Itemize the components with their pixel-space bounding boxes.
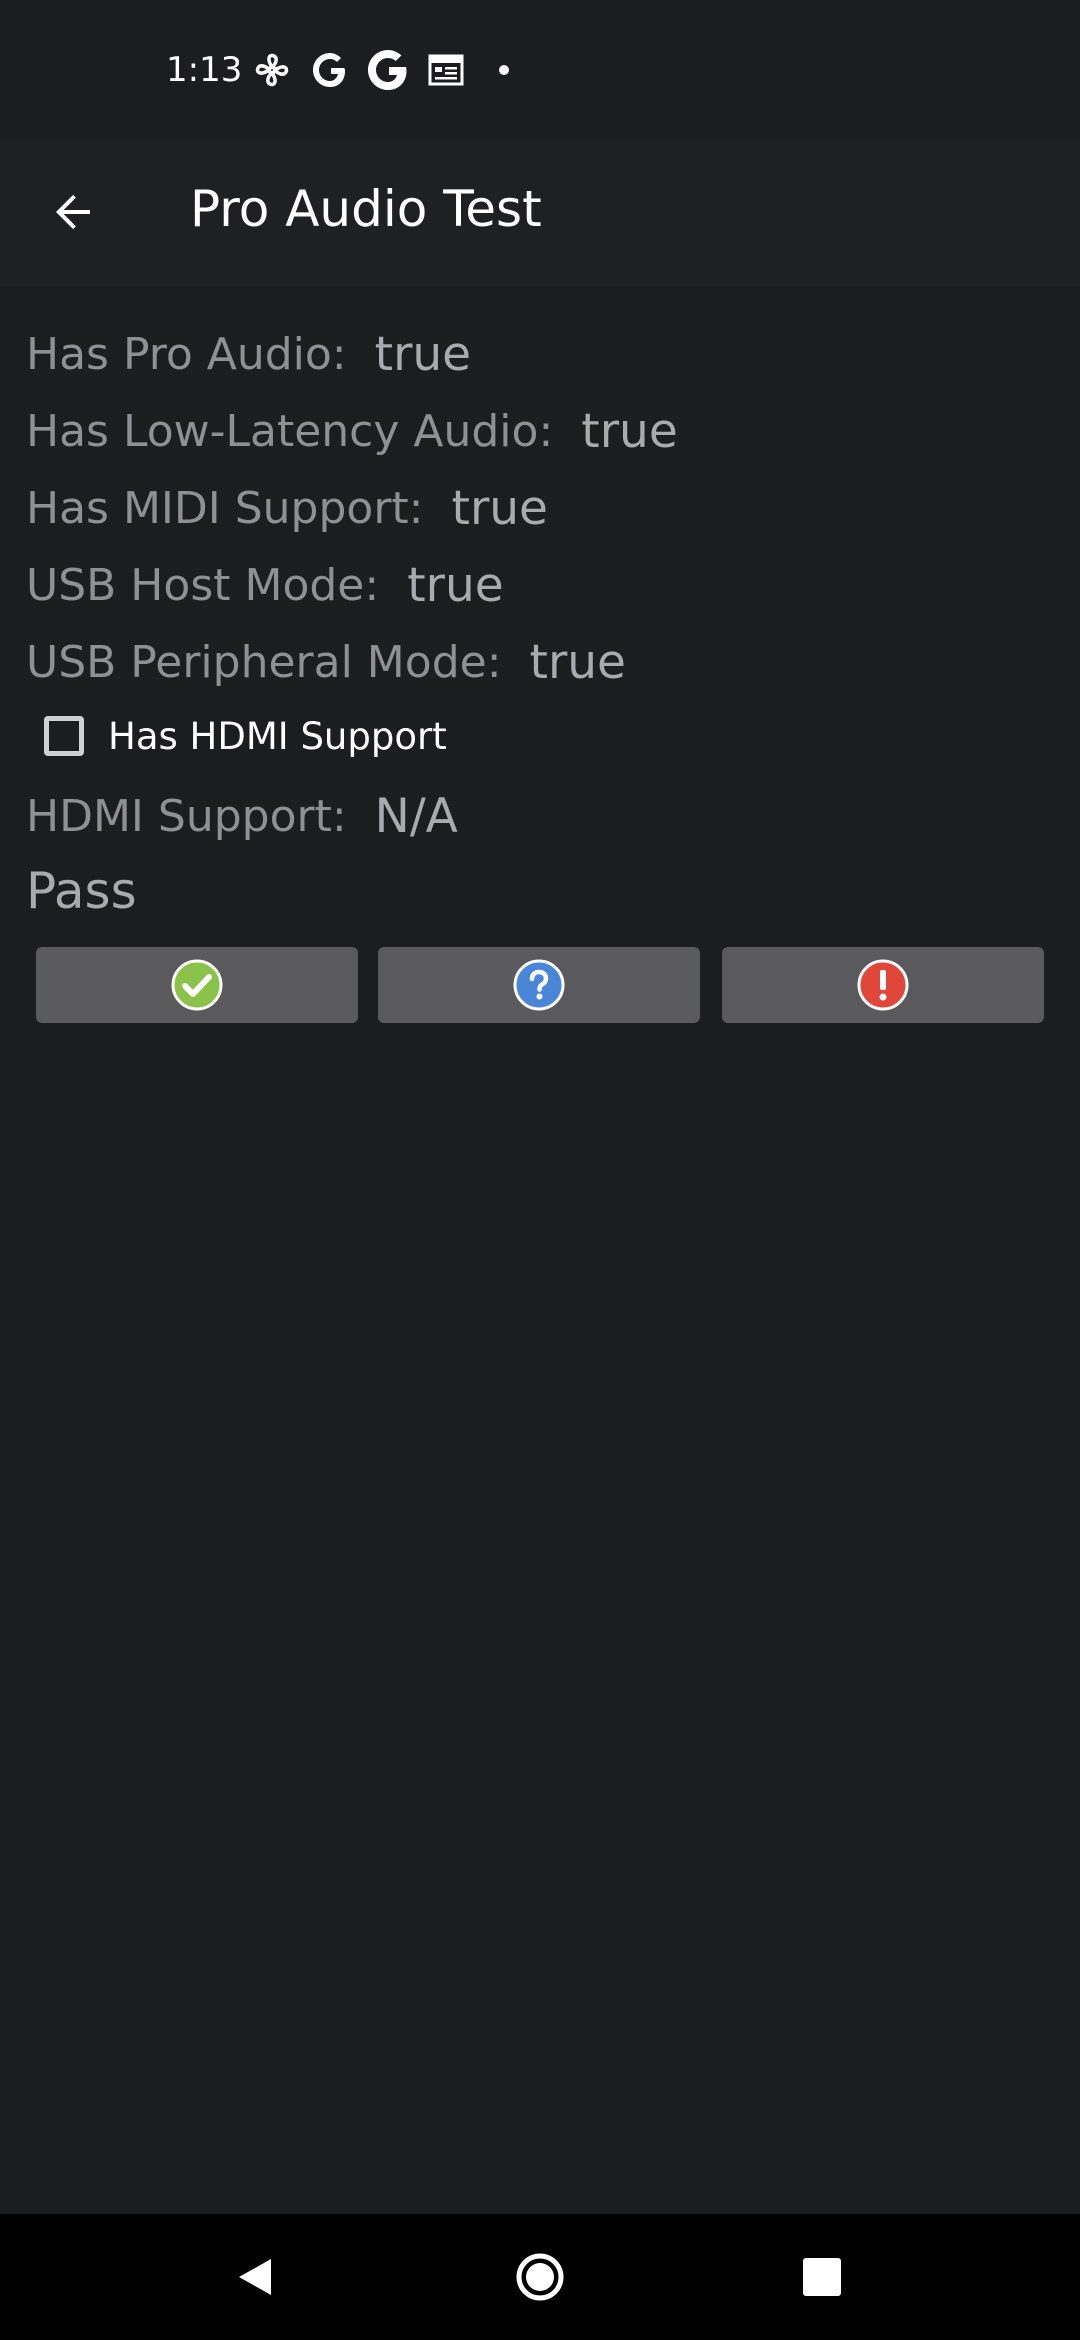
google-g-bold-icon <box>368 50 407 90</box>
info-row-low-latency-audio: Has Low-Latency Audio: true <box>26 393 1056 470</box>
calendar-icon <box>428 54 464 86</box>
info-label: Has Low-Latency Audio: <box>26 406 554 457</box>
fail-button[interactable] <box>722 947 1044 1023</box>
info-label: Has MIDI Support: <box>26 483 424 534</box>
check-circle-icon <box>171 959 223 1011</box>
status-time: 1:13 <box>166 50 243 90</box>
info-value: true <box>529 635 626 690</box>
nav-recents-icon <box>803 2258 841 2296</box>
navigation-bar <box>0 2214 1080 2340</box>
info-value: true <box>374 327 472 382</box>
info-row-hdmi-support: HDMI Support: N/A <box>26 778 458 855</box>
has-hdmi-support-checkbox[interactable]: Has HDMI Support <box>44 704 447 768</box>
feature-info-list: Has Pro Audio: true Has Low-Latency Audi… <box>26 316 1056 701</box>
nav-home-button[interactable] <box>505 2242 575 2312</box>
info-row-midi-support: Has MIDI Support: true <box>26 470 1056 547</box>
dot-icon <box>499 65 509 75</box>
status-icons <box>250 48 526 92</box>
google-g-icon <box>313 53 345 87</box>
info-value: true <box>451 481 548 536</box>
arrow-back-icon <box>56 195 90 229</box>
exclamation-circle-icon <box>857 959 909 1011</box>
info-value: N/A <box>374 789 458 844</box>
result-status-text: Pass <box>26 862 137 920</box>
app-bar: Pro Audio Test <box>0 140 1080 286</box>
info-button[interactable] <box>378 947 700 1023</box>
info-label: HDMI Support: <box>26 791 347 842</box>
result-buttons <box>36 947 1044 1023</box>
checkbox-box[interactable] <box>44 716 84 756</box>
info-label: USB Peripheral Mode: <box>26 637 502 688</box>
info-value: true <box>581 404 678 459</box>
nav-home-icon <box>516 2253 564 2301</box>
info-value: true <box>407 558 504 613</box>
nav-recents-button[interactable] <box>787 2242 857 2312</box>
fan-icon <box>255 53 289 87</box>
nav-back-icon <box>239 2259 271 2295</box>
status-bar: 1:13 <box>0 0 1080 140</box>
info-row-usb-host-mode: USB Host Mode: true <box>26 547 1056 624</box>
info-label: Has Pro Audio: <box>26 329 347 380</box>
back-button[interactable] <box>34 172 114 252</box>
question-circle-icon <box>513 959 565 1011</box>
info-row-usb-peripheral-mode: USB Peripheral Mode: true <box>26 624 1056 701</box>
checkbox-label: Has HDMI Support <box>108 714 447 758</box>
nav-back-button[interactable] <box>220 2242 290 2312</box>
info-label: USB Host Mode: <box>26 560 380 611</box>
info-row-pro-audio: Has Pro Audio: true <box>26 316 1056 393</box>
pass-button[interactable] <box>36 947 358 1023</box>
page-title: Pro Audio Test <box>190 180 542 238</box>
